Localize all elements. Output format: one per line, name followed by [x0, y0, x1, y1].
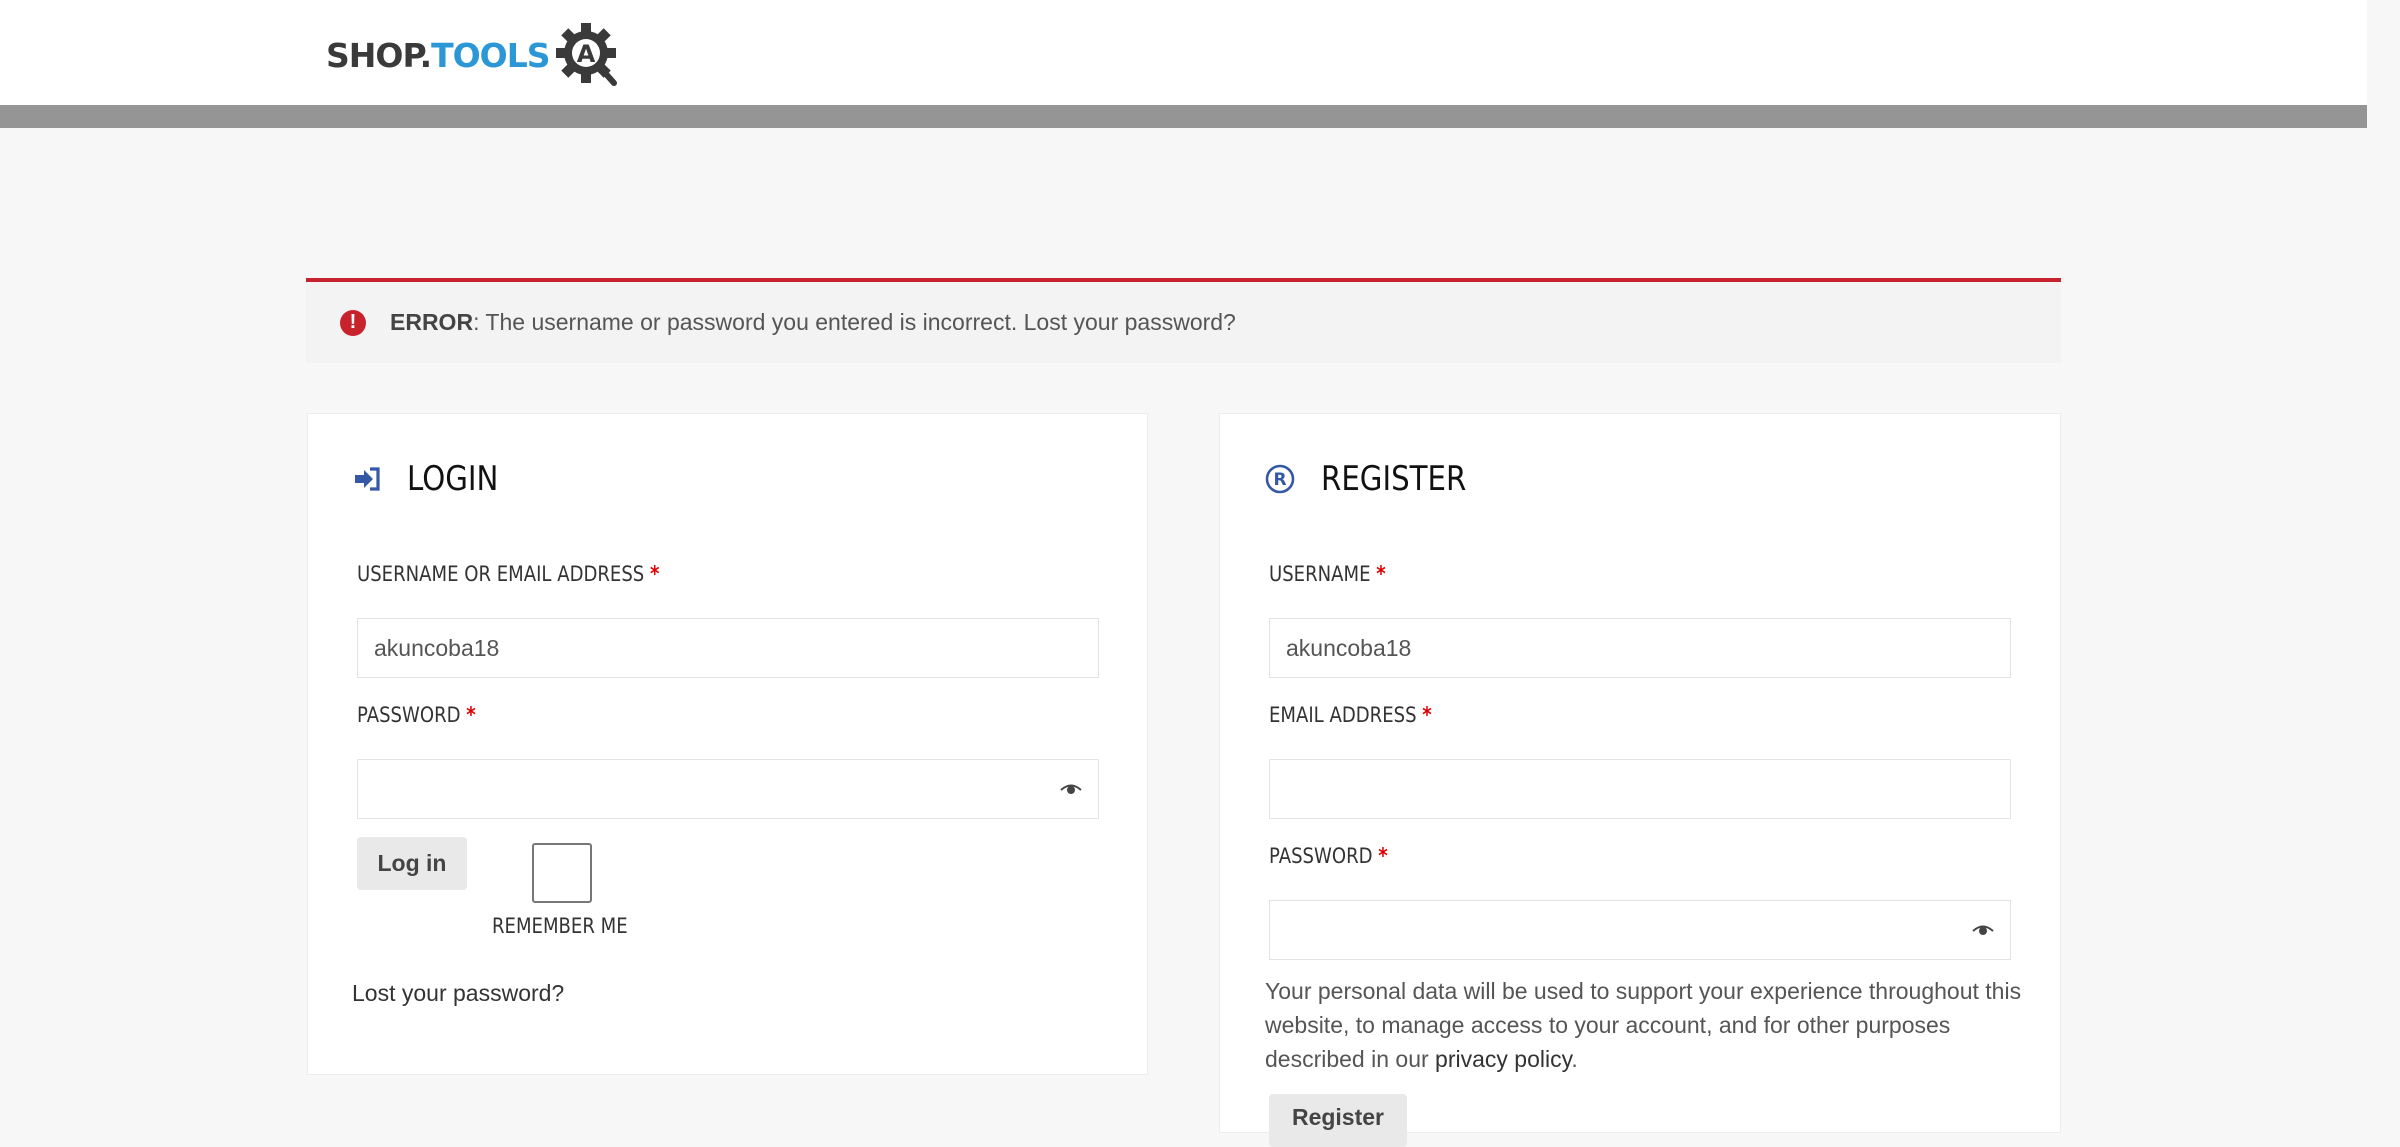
login-heading: LOGIN	[353, 459, 513, 499]
logo-badge-letter: A	[576, 40, 595, 68]
error-notice: ! ERROR: The username or password you en…	[306, 278, 2061, 363]
logo-text-tools: TOOLS	[431, 35, 550, 75]
error-message: ERROR: The username or password you ente…	[390, 309, 1236, 336]
register-password-label: PASSWORD *	[1269, 844, 1388, 868]
svg-text:R: R	[1273, 470, 1286, 490]
privacy-notice: Your personal data will be used to suppo…	[1265, 978, 2022, 1072]
register-title: REGISTER	[1321, 459, 1467, 499]
gear-logo-icon: A	[555, 23, 617, 86]
password-label: PASSWORD *	[357, 703, 476, 727]
site-header: SHOP. TOOLS A	[0, 0, 2367, 105]
login-panel: LOGIN USERNAME OR EMAIL ADDRESS * akunco…	[307, 413, 1148, 1075]
register-password-input[interactable]	[1269, 900, 2011, 960]
register-username-input[interactable]: akuncoba18	[1269, 618, 2011, 678]
site-logo[interactable]: SHOP. TOOLS A	[326, 20, 622, 90]
header-divider	[0, 105, 2367, 128]
logo-text-shop: SHOP.	[326, 35, 432, 75]
privacy-policy-link[interactable]: privacy policy	[1435, 1046, 1571, 1072]
login-title: LOGIN	[407, 459, 499, 499]
register-heading: R REGISTER	[1265, 459, 1490, 499]
password-input[interactable]	[357, 759, 1099, 819]
register-email-input[interactable]	[1269, 759, 2011, 819]
eye-icon[interactable]	[1972, 924, 1994, 936]
registered-icon: R	[1265, 464, 1295, 494]
login-button[interactable]: Log in	[357, 837, 467, 890]
remember-me-label: REMEMBER ME	[492, 914, 628, 938]
register-email-label: EMAIL ADDRESS *	[1269, 703, 1432, 727]
lost-password-link[interactable]: Lost your password?	[352, 980, 564, 1007]
error-text: : The username or password you entered i…	[473, 309, 1236, 335]
register-panel: R REGISTER USERNAME * akuncoba18 EMAIL A…	[1219, 413, 2061, 1147]
sign-in-icon	[355, 467, 380, 491]
username-label: USERNAME OR EMAIL ADDRESS *	[357, 562, 660, 586]
username-input[interactable]: akuncoba18	[357, 618, 1099, 678]
eye-icon[interactable]	[1060, 783, 1082, 795]
scrollbar-track[interactable]	[2367, 0, 2400, 1116]
exclamation-circle-icon: !	[340, 309, 366, 336]
error-label: ERROR	[390, 309, 474, 335]
register-button[interactable]: Register	[1269, 1094, 1407, 1147]
remember-me-checkbox[interactable]	[532, 843, 592, 903]
register-username-label: USERNAME *	[1269, 562, 1386, 586]
